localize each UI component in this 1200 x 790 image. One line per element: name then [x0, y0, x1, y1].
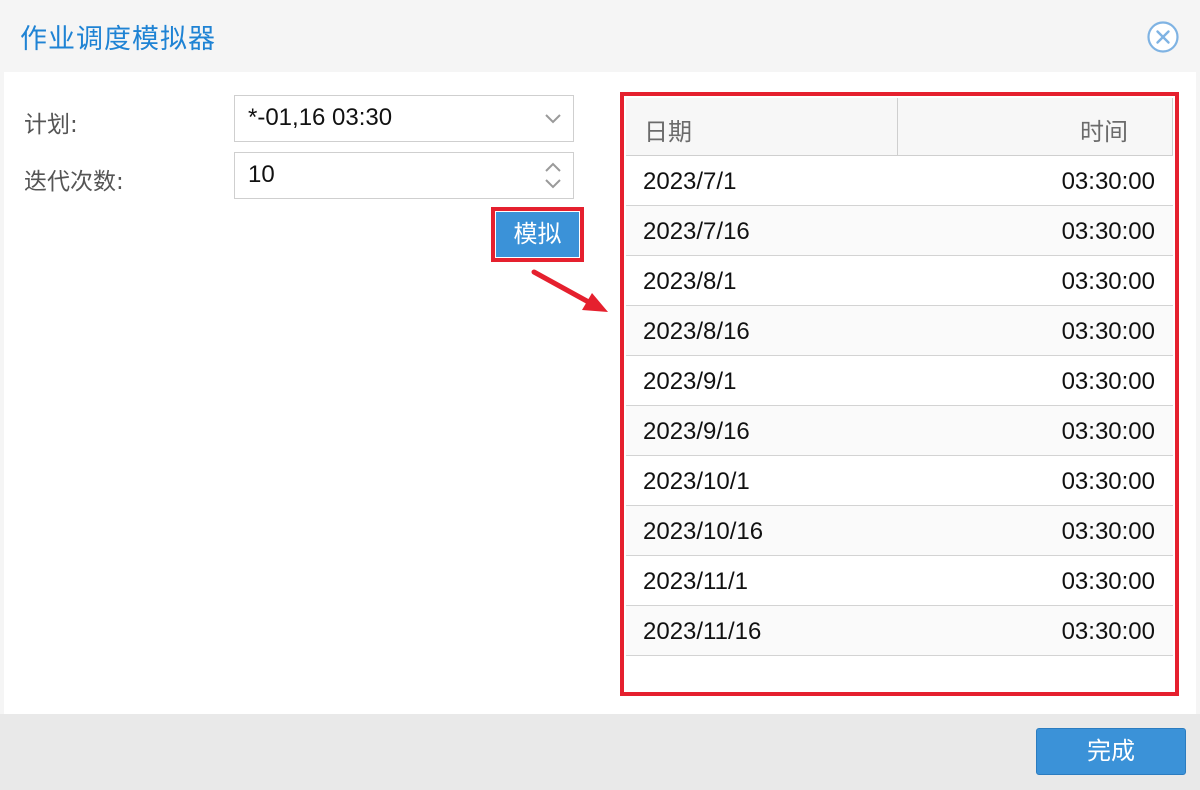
time-cell: 03:30:00: [1061, 168, 1155, 195]
grid-header: 日期 时间: [626, 98, 1173, 156]
table-row[interactable]: 2023/7/1 03:30:00: [626, 156, 1173, 206]
dialog-titlebar: 作业调度模拟器: [0, 0, 1200, 72]
job-simulator-dialog: 作业调度模拟器 计划: *-01,16 03:30 迭代次数: 10 模拟 日期…: [0, 0, 1200, 790]
table-row[interactable]: 2023/10/16 03:30:00: [626, 506, 1173, 556]
column-header-date-label: 日期: [644, 118, 692, 146]
column-header-date[interactable]: 日期: [626, 98, 898, 155]
date-cell: 2023/9/16: [643, 418, 750, 445]
table-row[interactable]: 2023/9/16 03:30:00: [626, 406, 1173, 456]
table-row[interactable]: 2023/11/1 03:30:00: [626, 556, 1173, 606]
table-row[interactable]: 2023/10/1 03:30:00: [626, 456, 1173, 506]
spinner-down-icon[interactable]: [543, 176, 563, 196]
date-cell: 2023/10/1: [643, 468, 750, 495]
schedule-label: 计划:: [24, 112, 78, 138]
iterations-label: 迭代次数:: [24, 169, 124, 195]
time-cell: 03:30:00: [1061, 518, 1155, 545]
dialog-title: 作业调度模拟器: [20, 24, 216, 55]
date-cell: 2023/10/16: [643, 518, 764, 545]
close-icon[interactable]: [1146, 20, 1180, 54]
time-cell: 03:30:00: [1061, 318, 1155, 345]
table-row[interactable]: 2023/8/1 03:30:00: [626, 256, 1173, 306]
table-row[interactable]: 2023/8/16 03:30:00: [626, 306, 1173, 356]
date-cell: 2023/8/16: [643, 318, 750, 345]
simulate-button[interactable]: 模拟: [496, 212, 579, 257]
time-cell: 03:30:00: [1061, 468, 1155, 495]
schedule-value: *-01,16 03:30: [248, 104, 393, 131]
date-cell: 2023/11/16: [643, 618, 762, 645]
table-row[interactable]: 2023/11/16 03:30:00: [626, 606, 1173, 656]
time-cell: 03:30:00: [1061, 568, 1155, 595]
time-cell: 03:30:00: [1061, 418, 1155, 445]
date-cell: 2023/9/1: [643, 368, 737, 395]
column-header-time-label: 时间: [1080, 118, 1128, 146]
column-header-time[interactable]: 时间: [898, 98, 1173, 155]
iterations-value: 10: [248, 161, 275, 188]
arrow-annotation-icon: [531, 269, 608, 312]
simulate-highlight: 模拟: [491, 207, 584, 262]
grid-rows: 2023/7/1 03:30:00 2023/7/16 03:30:00 202…: [626, 156, 1173, 656]
table-row[interactable]: 2023/7/16 03:30:00: [626, 206, 1173, 256]
time-cell: 03:30:00: [1061, 368, 1155, 395]
done-button[interactable]: 完成: [1036, 728, 1186, 775]
table-row[interactable]: 2023/9/1 03:30:00: [626, 356, 1173, 406]
time-cell: 03:30:00: [1061, 218, 1155, 245]
date-cell: 2023/7/16: [643, 218, 750, 245]
time-cell: 03:30:00: [1061, 618, 1155, 645]
results-grid: 日期 时间 2023/7/1 03:30:00 2023/7/16 03:30:…: [626, 98, 1173, 690]
date-cell: 2023/7/1: [643, 168, 737, 195]
time-cell: 03:30:00: [1061, 268, 1155, 295]
iterations-spinner[interactable]: 10: [234, 152, 574, 199]
schedule-combobox[interactable]: *-01,16 03:30: [234, 95, 574, 142]
date-cell: 2023/11/1: [643, 568, 748, 595]
results-highlight: 日期 时间 2023/7/1 03:30:00 2023/7/16 03:30:…: [620, 92, 1179, 696]
date-cell: 2023/8/1: [643, 268, 737, 295]
dialog-footer: [0, 714, 1200, 790]
chevron-down-icon[interactable]: [543, 108, 563, 132]
